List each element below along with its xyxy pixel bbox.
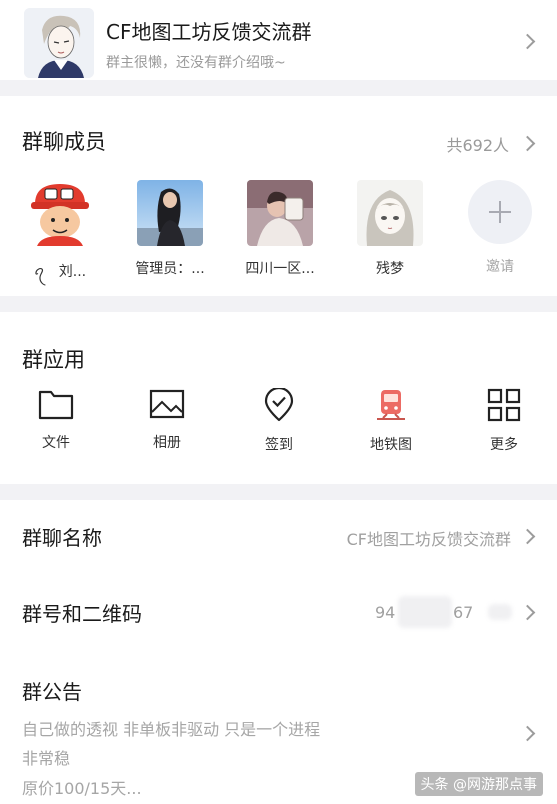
group-settings-section: 群聊名称 CF地图工坊反馈交流群 群号和二维码 94 67 群公告 自己做的透视… <box>0 500 557 804</box>
group-number-label: 群号和二维码 <box>22 602 142 626</box>
group-number-qr-row[interactable]: 群号和二维码 94 67 <box>0 576 557 648</box>
photo-album-icon <box>149 389 185 419</box>
group-name-row[interactable]: 群聊名称 CF地图工坊反馈交流群 <box>0 500 557 572</box>
notice-text-line: 原价100/15天... <box>22 779 142 798</box>
group-notice-label: 群公告 <box>22 680 82 704</box>
app-label: 相册 <box>153 435 181 451</box>
chevron-right-icon <box>519 33 536 50</box>
member-name: ꪖ 刘... <box>33 264 87 280</box>
invite-button[interactable]: 邀请 <box>450 180 550 276</box>
group-header[interactable]: CF地图工坊反馈交流群 群主很懒，还没有群介绍哦~ <box>0 0 557 80</box>
apps-title: 群应用 <box>22 348 85 372</box>
app-checkin[interactable]: 签到 <box>234 388 324 454</box>
app-label: 地铁图 <box>370 437 412 453</box>
member-avatar <box>27 180 93 246</box>
members-title: 群聊成员 <box>22 130 106 154</box>
member-item[interactable]: ꪖ 刘... <box>10 180 110 287</box>
notice-text-line: 自己做的透视 非单板非驱动 只是一个进程 <box>22 720 321 739</box>
group-avatar <box>24 8 94 78</box>
chevron-right-icon <box>519 528 536 545</box>
subway-icon <box>377 390 405 420</box>
app-files[interactable]: 文件 <box>11 388 101 452</box>
app-more[interactable]: 更多 <box>459 388 549 454</box>
app-subway[interactable]: 地铁图 <box>346 388 436 454</box>
notice-text-line: 非常稳 <box>22 749 71 768</box>
member-item[interactable]: 管理员：... <box>120 180 220 278</box>
chevron-right-icon <box>519 604 536 621</box>
app-label: 文件 <box>42 435 70 451</box>
folder-icon <box>38 390 74 420</box>
checkin-pin-icon <box>264 388 294 422</box>
group-name: CF地图工坊反馈交流群 <box>106 20 312 44</box>
invite-label: 邀请 <box>486 259 514 275</box>
group-apps-section: 群应用 文件 相册 签到 地铁图 更多 <box>0 312 557 484</box>
app-label: 签到 <box>265 437 293 453</box>
app-album[interactable]: 相册 <box>122 388 212 452</box>
member-item[interactable]: 四川一区... <box>230 180 330 278</box>
member-avatar <box>357 180 423 246</box>
app-label: 更多 <box>490 437 518 453</box>
redacted-number <box>398 596 452 628</box>
group-number-suffix: 67 <box>453 603 474 622</box>
member-name: 残梦 <box>376 261 404 277</box>
member-count[interactable]: 共692人 <box>446 132 509 156</box>
member-item[interactable]: 残梦 <box>340 180 440 278</box>
chevron-right-icon[interactable] <box>519 135 536 152</box>
member-name: 四川一区... <box>245 261 315 277</box>
member-avatar <box>137 180 203 246</box>
group-number-prefix: 94 <box>375 603 396 622</box>
qr-code-icon <box>488 604 512 620</box>
watermark: 头条 @网游那点事 <box>414 772 543 796</box>
grid-more-icon <box>487 388 521 422</box>
member-avatar <box>247 180 313 246</box>
group-name-value: CF地图工坊反馈交流群 <box>346 530 511 549</box>
plus-icon <box>468 180 532 244</box>
member-name: 管理员：... <box>135 261 205 277</box>
members-section: 群聊成员 共692人 ꪖ 刘... 管理员：... 四川一区... 残梦 邀请 <box>0 96 557 296</box>
group-name-label: 群聊名称 <box>22 526 102 550</box>
chevron-right-icon <box>519 725 536 742</box>
group-description: 群主很懒，还没有群介绍哦~ <box>106 55 286 71</box>
